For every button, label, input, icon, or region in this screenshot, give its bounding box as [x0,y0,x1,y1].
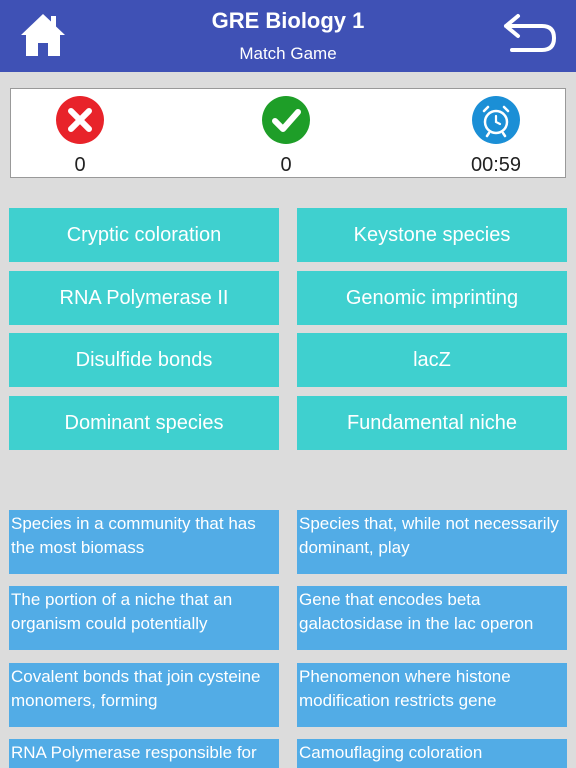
page-subtitle: Match Game [239,44,337,63]
alarm-clock-icon [472,96,520,144]
definition-tile[interactable]: Species in a community that has the most… [9,510,279,574]
definition-tile[interactable]: Phenomenon where histone modification re… [297,663,567,727]
page-title: GRE Biology 1 [211,8,365,33]
back-arrow-icon [504,14,556,52]
definition-tile[interactable]: Camouflaging coloration [297,739,567,768]
timer-value: 00:59 [470,154,522,176]
term-tile[interactable]: lacZ [297,333,567,387]
wrong-count: 0 [74,154,86,176]
term-tile[interactable]: Disulfide bonds [9,333,279,387]
definition-tile[interactable]: Species that, while not necessarily domi… [297,510,567,574]
score-panel: 0 0 00:59 [10,88,566,178]
definition-tile[interactable]: The portion of a niche that an organism … [9,586,279,650]
definition-tile[interactable]: RNA Polymerase responsible for [9,739,279,768]
correct-count: 0 [280,154,292,176]
definition-tile[interactable]: Covalent bonds that join cysteine monome… [9,663,279,727]
timer: 00:59 [451,95,541,177]
wrong-x-icon [56,96,104,144]
correct-check-icon [262,96,310,144]
header-bar: GRE Biology 1 Match Game [0,0,576,72]
definition-tile[interactable]: Gene that encodes beta galactosidase in … [297,586,567,650]
back-button[interactable] [500,10,558,56]
wrong-counter: 0 [35,95,125,177]
term-tile[interactable]: Genomic imprinting [297,271,567,325]
correct-counter: 0 [241,95,331,177]
term-tile[interactable]: RNA Polymerase II [9,271,279,325]
term-tile[interactable]: Cryptic coloration [9,208,279,262]
term-tile[interactable]: Dominant species [9,396,279,450]
term-tile[interactable]: Keystone species [297,208,567,262]
term-tile[interactable]: Fundamental niche [297,396,567,450]
